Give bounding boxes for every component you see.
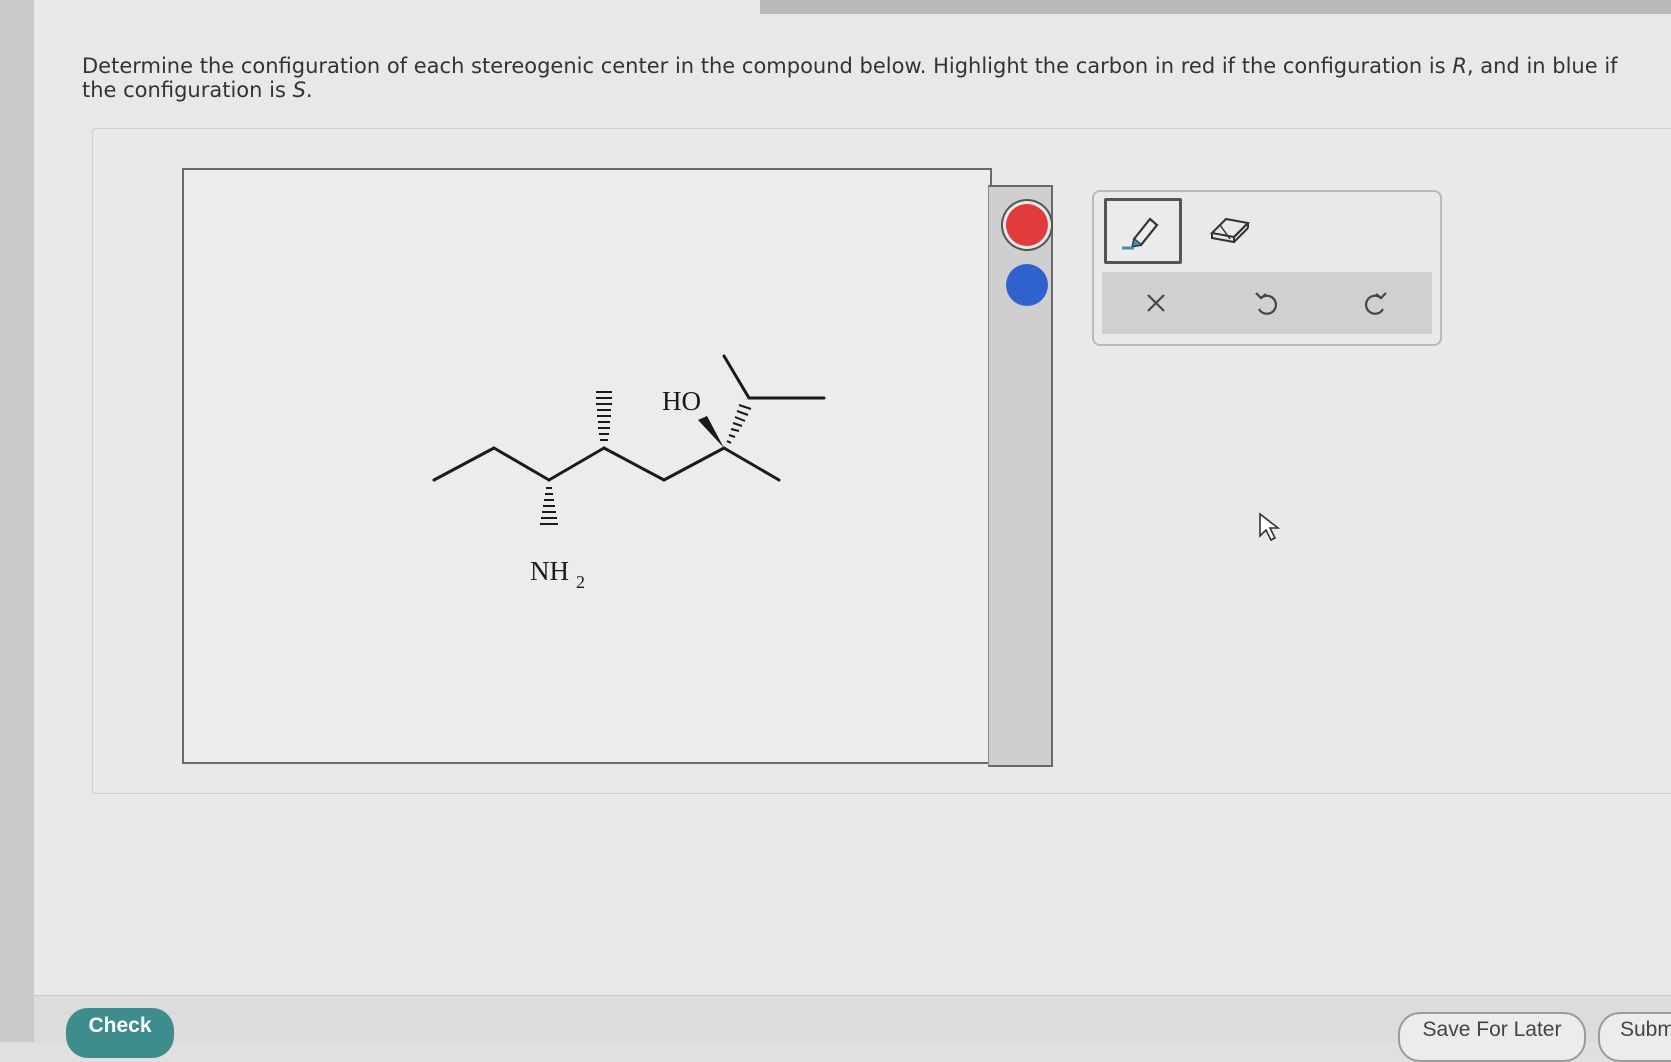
question-prompt: Determine the configuration of each ster… <box>82 54 1618 102</box>
drawing-canvas[interactable]: HO NH 2 <box>182 168 992 764</box>
pencil-tool-button[interactable] <box>1104 198 1182 264</box>
redo-button[interactable] <box>1346 276 1406 330</box>
eraser-icon <box>1209 217 1251 244</box>
save-for-later-button[interactable]: Save For Later <box>1398 1012 1586 1062</box>
hashed-wedge-c4[interactable] <box>596 391 612 441</box>
clear-button[interactable] <box>1126 276 1186 330</box>
molecule-structure[interactable]: HO NH 2 <box>184 170 990 762</box>
red-color-swatch[interactable] <box>1006 204 1048 246</box>
hydroxyl-label: HO <box>662 386 701 416</box>
eraser-tool-button[interactable] <box>1200 198 1260 258</box>
submit-button[interactable]: Subm <box>1598 1012 1671 1062</box>
bond-isopropyl-ch3-a[interactable] <box>722 354 751 400</box>
blue-color-swatch[interactable] <box>1006 264 1048 306</box>
bond-c5-c6[interactable] <box>662 446 726 482</box>
s-label: S <box>292 78 306 102</box>
hashed-wedge-amine[interactable] <box>540 487 558 525</box>
top-bar <box>760 0 1671 14</box>
hashed-wedge-isopropyl[interactable] <box>726 404 752 444</box>
bond-c6-methyl[interactable] <box>722 446 781 482</box>
r-label: R <box>1452 54 1467 78</box>
clear-icon <box>1147 294 1165 312</box>
mouse-cursor-icon <box>1258 512 1281 546</box>
bond-ethyl-ch2[interactable] <box>492 446 551 482</box>
pencil-icon <box>1122 217 1159 250</box>
undo-icon <box>1255 292 1277 315</box>
check-button[interactable]: Check <box>66 1008 174 1058</box>
left-edge <box>0 0 34 1042</box>
amine-label: NH <box>530 556 569 586</box>
wedge-hydroxyl[interactable] <box>698 416 724 448</box>
redo-icon <box>1365 292 1387 315</box>
amine-subscript: 2 <box>576 572 585 592</box>
bond-c4-c5[interactable] <box>602 446 666 482</box>
bond-c3-c4[interactable] <box>547 446 606 482</box>
undo-button[interactable] <box>1236 276 1296 330</box>
bond-ethyl-ch3[interactable] <box>432 446 496 482</box>
